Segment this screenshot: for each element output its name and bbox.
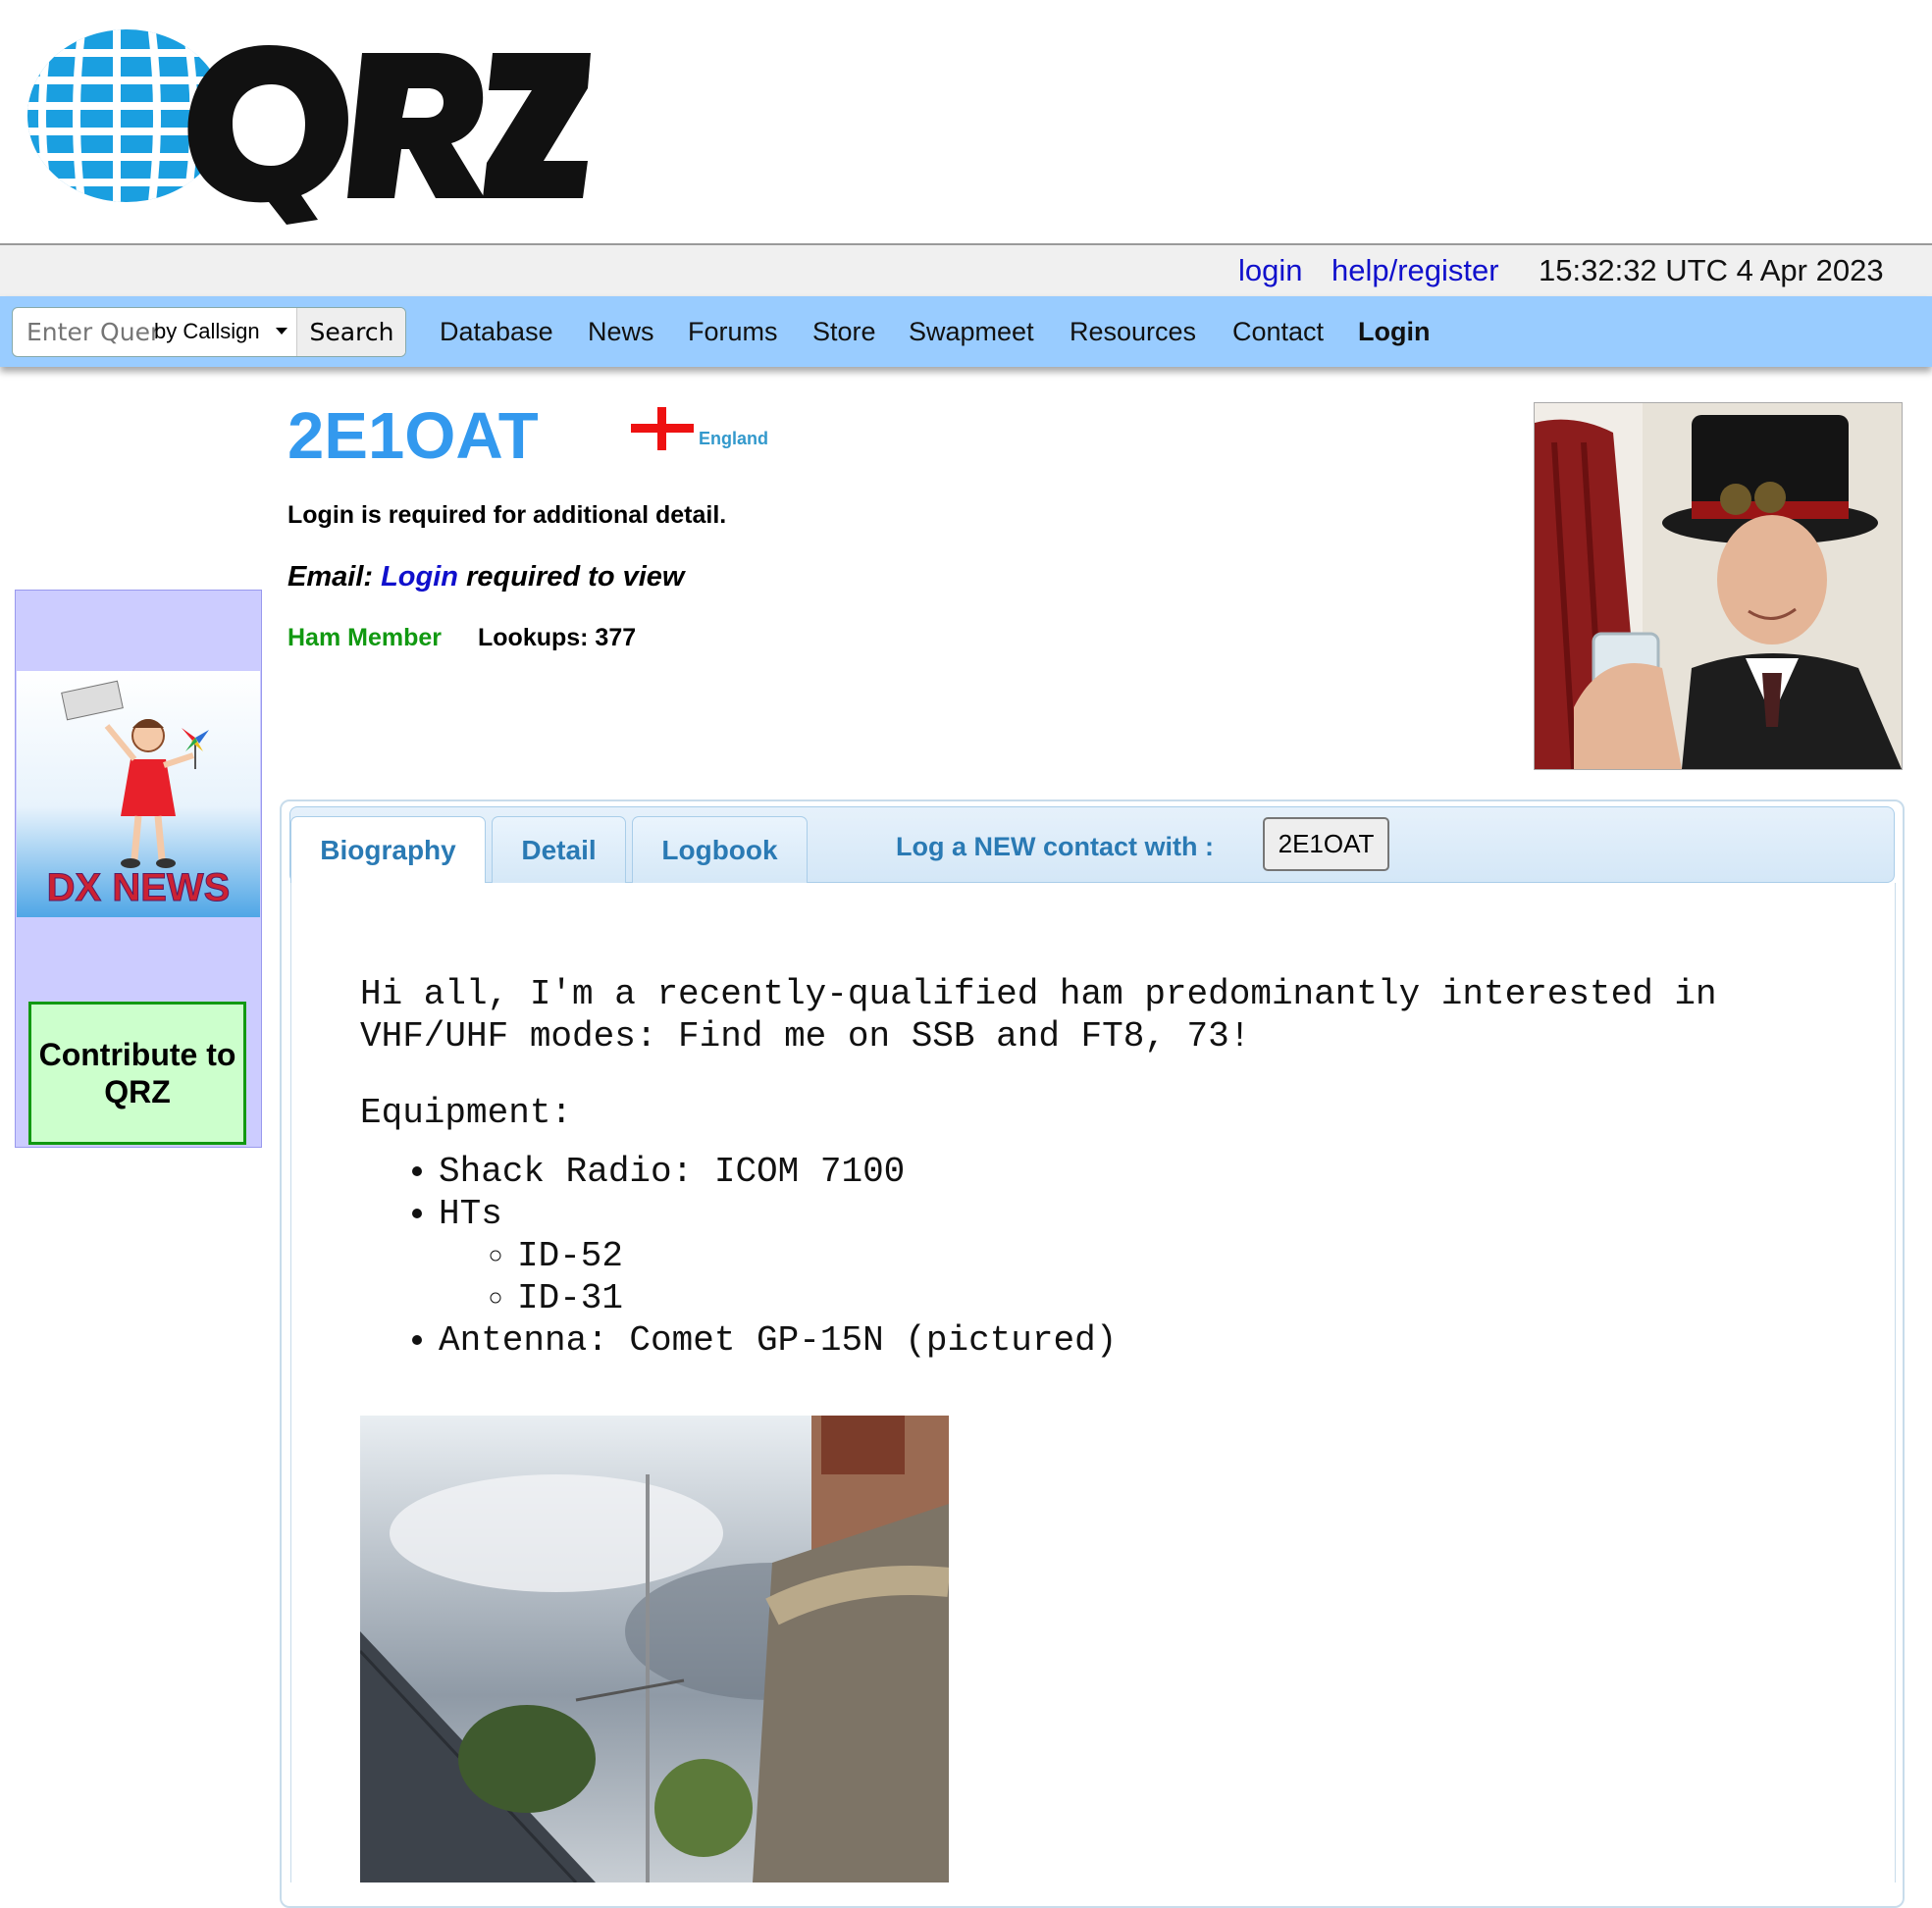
search-button[interactable]: Search [296, 308, 405, 356]
login-link[interactable]: login [1238, 253, 1303, 288]
tab-biography[interactable]: Biography [290, 816, 486, 883]
list-item: Antenna: Comet GP-15N (pictured) [439, 1319, 1753, 1362]
search-type-select[interactable]: by Callsign [154, 319, 260, 344]
dx-news-ad[interactable]: DX NEWS [17, 671, 260, 917]
list-item: ID-52 [517, 1235, 1753, 1277]
tab-detail[interactable]: Detail [492, 816, 626, 883]
biography-text: Hi all, I'm a recently-qualified ham pre… [360, 973, 1753, 1362]
list-item-label: HTs [439, 1194, 502, 1234]
email-suffix: required to view [466, 561, 685, 593]
list-item: Shack Radio: ICOM 7100 [439, 1151, 1753, 1193]
log-contact-button[interactable]: 2E1OAT [1263, 817, 1389, 871]
nav-swapmeet[interactable]: Swapmeet [909, 317, 1034, 347]
nav-database[interactable]: Database [440, 317, 553, 347]
email-label: Email: [287, 561, 374, 593]
help-register-link[interactable]: help/register [1332, 253, 1499, 288]
search-input[interactable] [13, 308, 158, 356]
top-login-bar: login help/register 15:32:32 UTC 4 Apr 2… [0, 245, 1932, 296]
equipment-heading: Equipment: [360, 1093, 573, 1133]
svg-text:DX NEWS: DX NEWS [47, 866, 231, 909]
profile-photo[interactable] [1534, 402, 1903, 770]
nav-store[interactable]: Store [812, 317, 876, 347]
email-login-link[interactable]: Login [381, 561, 458, 593]
country-label[interactable]: England [699, 429, 768, 449]
qrz-logo[interactable] [24, 24, 593, 230]
member-type-badge: Ham Member [287, 624, 442, 651]
list-item: ID-31 [517, 1277, 1753, 1319]
ht-sublist: ID-52 ID-31 [439, 1235, 1753, 1319]
list-item: HTs ID-52 ID-31 [439, 1193, 1753, 1319]
nav-resources[interactable]: Resources [1070, 317, 1196, 347]
main-nav-bar: by Callsign Search Database News Forums … [0, 296, 1932, 367]
chevron-down-icon[interactable] [276, 328, 287, 335]
callsign-title: 2E1OAT [287, 399, 539, 473]
login-required-notice: Login is required for additional detail. [287, 501, 727, 529]
email-line: Email: Login required to view [287, 561, 684, 593]
log-contact-label: Log a NEW contact with : [896, 832, 1214, 861]
antenna-photo[interactable] [360, 1416, 949, 1882]
nav-login[interactable]: Login [1358, 317, 1430, 347]
nav-news[interactable]: News [588, 317, 654, 347]
left-sidebar: DX NEWS Contribute to QRZ [15, 590, 262, 1148]
tab-logbook[interactable]: Logbook [632, 816, 808, 883]
lookups-count: Lookups: 377 [478, 624, 637, 651]
search-box: by Callsign Search [12, 307, 406, 357]
nav-contact[interactable]: Contact [1232, 317, 1324, 347]
utc-clock: 15:32:32 UTC 4 Apr 2023 [1539, 253, 1884, 287]
equipment-list: Shack Radio: ICOM 7100 HTs ID-52 ID-31 A… [360, 1151, 1753, 1362]
contribute-button[interactable]: Contribute to QRZ [28, 1002, 246, 1145]
bio-intro: Hi all, I'm a recently-qualified ham pre… [360, 974, 1717, 1057]
england-flag-icon [631, 407, 694, 450]
nav-forums[interactable]: Forums [688, 317, 778, 347]
